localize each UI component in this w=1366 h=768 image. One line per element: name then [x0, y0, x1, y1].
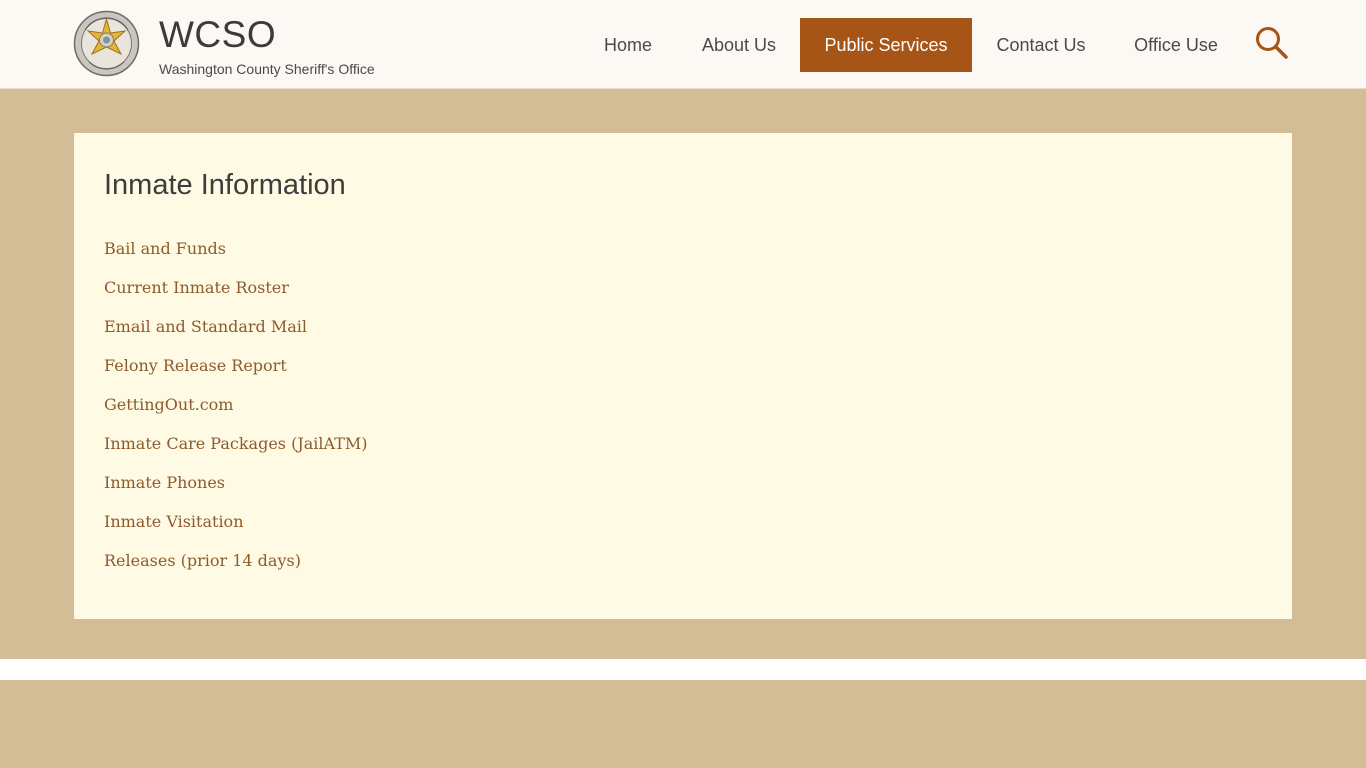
link-bail-and-funds[interactable]: Bail and Funds: [104, 237, 368, 276]
inmate-information-card: Inmate Information Bail and Funds Curren…: [74, 133, 1292, 619]
nav-item-contact-us[interactable]: Contact Us: [980, 18, 1102, 72]
nav-item-home[interactable]: Home: [586, 18, 670, 72]
link-email-and-standard-mail[interactable]: Email and Standard Mail: [104, 315, 368, 354]
link-inmate-visitation[interactable]: Inmate Visitation: [104, 510, 368, 549]
nav-item-about-us[interactable]: About Us: [686, 18, 792, 72]
nav-item-office-use[interactable]: Office Use: [1118, 18, 1234, 72]
search-button[interactable]: [1254, 25, 1290, 61]
link-felony-release-report[interactable]: Felony Release Report: [104, 354, 368, 393]
link-current-inmate-roster[interactable]: Current Inmate Roster: [104, 276, 368, 315]
link-releases-prior-14-days[interactable]: Releases (prior 14 days): [104, 549, 368, 588]
inmate-links-list: Bail and Funds Current Inmate Roster Ema…: [104, 237, 368, 588]
sheriff-star-badge-icon[interactable]: [73, 10, 140, 77]
site-subtitle: Washington County Sheriff's Office: [159, 61, 375, 77]
nav-item-public-services[interactable]: Public Services: [800, 18, 972, 72]
site-header: WCSO Washington County Sheriff's Office …: [0, 0, 1366, 89]
link-inmate-phones[interactable]: Inmate Phones: [104, 471, 368, 510]
search-icon: [1256, 27, 1288, 59]
footer-band: [0, 680, 1366, 768]
link-inmate-care-packages[interactable]: Inmate Care Packages (JailATM): [104, 432, 368, 471]
link-gettingout[interactable]: GettingOut.com: [104, 393, 368, 432]
site-title[interactable]: WCSO: [159, 14, 276, 56]
page-title: Inmate Information: [104, 169, 346, 201]
